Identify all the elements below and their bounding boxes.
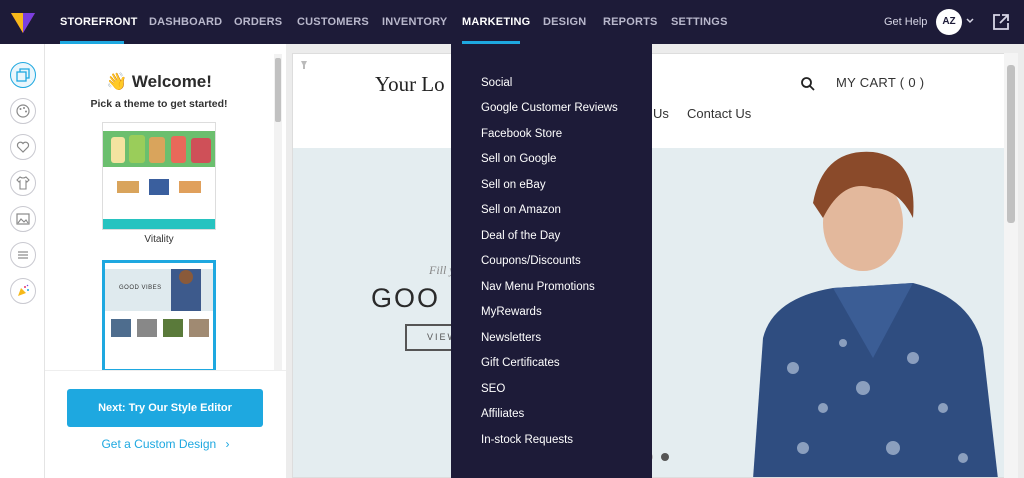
- layers-icon: [16, 68, 30, 82]
- app-logo-icon[interactable]: [10, 9, 36, 35]
- menu-item-myrewards[interactable]: MyRewards: [481, 306, 542, 318]
- menu-item-sell-on-amazon[interactable]: Sell on Amazon: [481, 204, 561, 216]
- menu-item-social[interactable]: Social: [481, 77, 512, 89]
- rail-menu-button[interactable]: [10, 242, 36, 268]
- store-nav-about-partial[interactable]: Us: [653, 106, 669, 121]
- nav-settings[interactable]: SETTINGS: [671, 0, 728, 44]
- nav-storefront[interactable]: STOREFRONT: [60, 0, 138, 44]
- pin-icon: [301, 61, 307, 69]
- nav-orders[interactable]: ORDERS: [234, 0, 282, 44]
- theme-tagline: GOOD VIBES: [119, 285, 162, 291]
- chevron-down-icon[interactable]: [965, 14, 975, 28]
- custom-design-link[interactable]: Get a Custom Design ›: [45, 437, 286, 451]
- avatar[interactable]: AZ: [936, 9, 962, 35]
- custom-design-label: Get a Custom Design: [101, 437, 217, 451]
- rail-colors-button[interactable]: [10, 98, 36, 124]
- menu-item-coupons[interactable]: Coupons/Discounts: [481, 255, 581, 267]
- tshirt-icon: [16, 176, 30, 190]
- store-header: Your Lo MY CART ( 0 ) Us Contact Us: [293, 54, 1017, 146]
- theme-thumbnail-vitality[interactable]: [102, 122, 216, 230]
- rail-favorites-button[interactable]: [10, 134, 36, 160]
- pick-theme-text: Pick a theme to get started!: [90, 98, 228, 110]
- nav-inventory[interactable]: INVENTORY: [382, 0, 447, 44]
- store-hero-banner: Fill y GOO VIEW: [293, 148, 1017, 477]
- store-cart-link[interactable]: MY CART ( 0 ): [836, 75, 924, 90]
- icon-rail: [0, 44, 45, 478]
- nav-marketing[interactable]: MARKETING: [462, 0, 530, 44]
- top-nav: STOREFRONT DASHBOARD ORDERS CUSTOMERS IN…: [0, 0, 1024, 44]
- welcome-heading: 👋 Welcome!: [106, 72, 212, 91]
- menu-item-affiliates[interactable]: Affiliates: [481, 408, 524, 420]
- theme-thumbnail-selected[interactable]: GOOD VIBES: [102, 260, 216, 372]
- preview-scrollbar-thumb[interactable]: [1007, 65, 1015, 223]
- nav-design[interactable]: DESIGN: [543, 0, 586, 44]
- hero-title: GOO: [371, 283, 441, 313]
- theme-panel: 👋 Welcome! Pick a theme to get started! …: [45, 44, 286, 478]
- panel-footer: Next: Try Our Style Editor Get a Custom …: [45, 370, 286, 478]
- theme-preview-image: [105, 263, 213, 369]
- next-style-editor-button[interactable]: Next: Try Our Style Editor: [67, 389, 263, 427]
- menu-item-instock-requests[interactable]: In-stock Requests: [481, 434, 573, 446]
- search-icon[interactable]: [800, 76, 816, 92]
- rail-celebrate-button[interactable]: [10, 278, 36, 304]
- store-preview[interactable]: Your Lo MY CART ( 0 ) Us Contact Us Fill…: [292, 53, 1018, 478]
- nav-reports[interactable]: REPORTS: [603, 0, 658, 44]
- image-icon: [16, 213, 30, 225]
- panel-scrollbar-thumb[interactable]: [275, 58, 281, 122]
- menu-lines-icon: [18, 251, 28, 259]
- menu-item-sell-on-ebay[interactable]: Sell on eBay: [481, 179, 546, 191]
- theme-label-vitality: Vitality: [144, 234, 174, 245]
- menu-item-google-reviews[interactable]: Google Customer Reviews: [481, 102, 618, 114]
- party-popper-icon: [18, 284, 29, 296]
- menu-item-deal-of-the-day[interactable]: Deal of the Day: [481, 230, 560, 242]
- menu-item-seo[interactable]: SEO: [481, 383, 505, 395]
- rail-themes-button[interactable]: [10, 62, 36, 88]
- hero-model-image: [753, 151, 998, 477]
- menu-item-gift-certificates[interactable]: Gift Certificates: [481, 357, 560, 369]
- rail-products-button[interactable]: [10, 170, 36, 196]
- theme-preview-image: [103, 123, 215, 229]
- rail-images-button[interactable]: [10, 206, 36, 232]
- heart-icon: [16, 141, 30, 153]
- store-nav-contact[interactable]: Contact Us: [687, 106, 751, 121]
- store-logo[interactable]: Your Lo: [375, 72, 445, 97]
- palette-icon: [16, 104, 30, 118]
- panel-scrollbar[interactable]: [274, 54, 282, 374]
- preview-scrollbar[interactable]: [1004, 53, 1018, 478]
- menu-item-facebook-store[interactable]: Facebook Store: [481, 128, 562, 140]
- nav-dashboard[interactable]: DASHBOARD: [149, 0, 222, 44]
- marketing-dropdown-menu: Social Google Customer Reviews Facebook …: [451, 44, 652, 478]
- external-link-icon[interactable]: [992, 13, 1010, 31]
- menu-item-sell-on-google[interactable]: Sell on Google: [481, 153, 556, 165]
- menu-item-nav-menu-promotions[interactable]: Nav Menu Promotions: [481, 281, 595, 293]
- get-help-link[interactable]: Get Help: [884, 0, 927, 44]
- nav-customers[interactable]: CUSTOMERS: [297, 0, 369, 44]
- carousel-dot-active[interactable]: [661, 453, 669, 461]
- chevron-right-icon: ›: [225, 437, 230, 451]
- menu-item-newsletters[interactable]: Newsletters: [481, 332, 541, 344]
